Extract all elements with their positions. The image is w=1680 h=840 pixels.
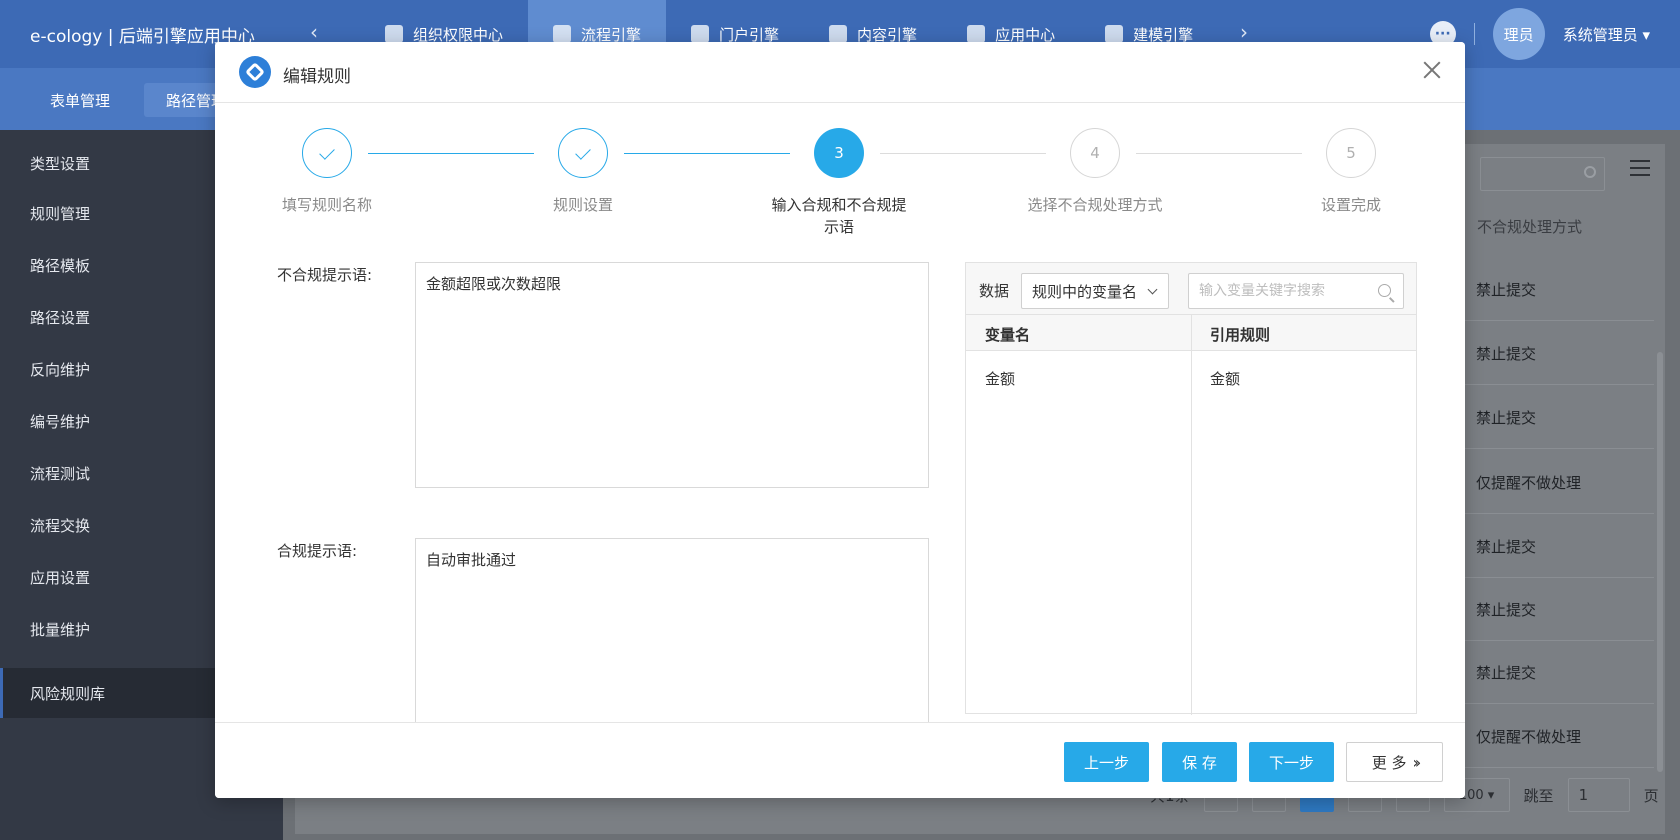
- column-header-variable-name: 变量名: [985, 326, 1031, 344]
- referenced-rule-cell: 金额: [1210, 370, 1241, 388]
- step-connector: [368, 153, 534, 154]
- variable-panel: 数据 规则中的变量名 变量名 引用规则 金额 金额: [965, 262, 1417, 715]
- data-label: 数据: [979, 282, 1010, 300]
- close-icon[interactable]: [1421, 59, 1443, 81]
- table-row: 禁止提交: [1464, 323, 1654, 385]
- cube-icon: [1105, 25, 1124, 43]
- table-row: 禁止提交: [1464, 387, 1654, 449]
- more-button[interactable]: 更 多 ››: [1346, 742, 1443, 782]
- menu-icon[interactable]: [1630, 160, 1650, 176]
- compliant-message-textarea[interactable]: 自动审批通过: [415, 538, 929, 738]
- next-step-button[interactable]: 下一步: [1249, 742, 1334, 782]
- nav-next-icon[interactable]: ›: [1240, 20, 1248, 44]
- document-icon: [829, 25, 848, 43]
- variable-search: [1188, 273, 1404, 309]
- prev-step-button[interactable]: 上一步: [1064, 742, 1149, 782]
- search-icon: [1584, 166, 1596, 178]
- step-3-label: 输入合规和不合规提示语: [771, 196, 907, 236]
- variable-name-cell[interactable]: 金额: [985, 368, 1015, 389]
- table-row: 禁止提交: [1464, 259, 1654, 321]
- step-4-label: 选择不合规处理方式: [1027, 196, 1163, 214]
- step-connector: [1136, 153, 1302, 154]
- step-2-label: 规则设置: [552, 196, 613, 214]
- noncompliant-message-textarea[interactable]: 金额超限或次数超限: [415, 262, 929, 488]
- subtab-form-management[interactable]: 表单管理: [28, 83, 132, 117]
- shield-icon: [385, 25, 403, 43]
- portal-icon: [691, 25, 710, 43]
- jump-label: 跳至: [1523, 786, 1554, 805]
- step-3-circle: 3: [814, 128, 864, 178]
- divider: [1473, 23, 1475, 45]
- variable-search-input[interactable]: [1189, 274, 1369, 308]
- workflow-logo-icon: [239, 56, 271, 88]
- variable-toolbar: 数据 规则中的变量名: [966, 263, 1416, 315]
- jump-page-input[interactable]: 1: [1567, 778, 1630, 812]
- table-row: 禁止提交: [1464, 516, 1654, 578]
- check-icon: [575, 143, 591, 160]
- check-icon: [319, 143, 335, 160]
- avatar[interactable]: 理员: [1492, 8, 1545, 60]
- chevron-down-icon: [1147, 284, 1158, 295]
- dialog-footer: 上一步 保 存 下一步 更 多 ››: [215, 722, 1465, 798]
- dialog-header: 编辑规则: [215, 42, 1465, 103]
- variable-source-select[interactable]: 规则中的变量名: [1021, 273, 1169, 309]
- step-connector: [624, 153, 790, 154]
- variable-source-value: 规则中的变量名: [1032, 282, 1138, 301]
- step-5-label: 设置完成: [1320, 196, 1381, 214]
- double-chevron-right-icon: ››: [1412, 752, 1421, 772]
- grid-icon: [967, 25, 986, 43]
- save-button[interactable]: 保 存: [1162, 742, 1237, 782]
- search-icon[interactable]: [1378, 284, 1391, 297]
- table-search-input[interactable]: [1480, 157, 1605, 191]
- step-4-circle: 4: [1070, 128, 1120, 178]
- column-divider: [1191, 315, 1192, 715]
- nav-prev-icon[interactable]: ‹: [310, 20, 318, 44]
- workflow-icon: [553, 25, 572, 43]
- step-2-circle: [558, 128, 608, 178]
- column-header-referenced-rule: 引用规则: [1210, 326, 1271, 344]
- more-button-label: 更 多: [1371, 753, 1407, 772]
- step-1-label: 填写规则名称: [281, 196, 372, 214]
- edit-rule-dialog: 编辑规则 3 4 5 填写规则名称 规则设置 输入合规和不合规提示语 选择不合规…: [215, 42, 1465, 798]
- step-connector: [880, 153, 1046, 154]
- page-suffix: 页: [1643, 786, 1659, 805]
- table-row: 禁止提交: [1464, 579, 1654, 641]
- dialog-title: 编辑规则: [283, 67, 351, 87]
- scrollbar[interactable]: [1657, 352, 1663, 772]
- table-row: 仅提醒不做处理: [1464, 452, 1654, 514]
- step-1-circle: [302, 128, 352, 178]
- table-column-header: 不合规处理方式: [1477, 218, 1583, 236]
- user-name[interactable]: 系统管理员 ▾: [1563, 24, 1650, 45]
- table-row: 禁止提交: [1464, 642, 1654, 704]
- table-row: 仅提醒不做处理: [1464, 706, 1654, 768]
- compliant-message-label: 合规提示语:: [277, 542, 358, 560]
- noncompliant-message-label: 不合规提示语:: [277, 266, 373, 284]
- step-5-circle: 5: [1326, 128, 1376, 178]
